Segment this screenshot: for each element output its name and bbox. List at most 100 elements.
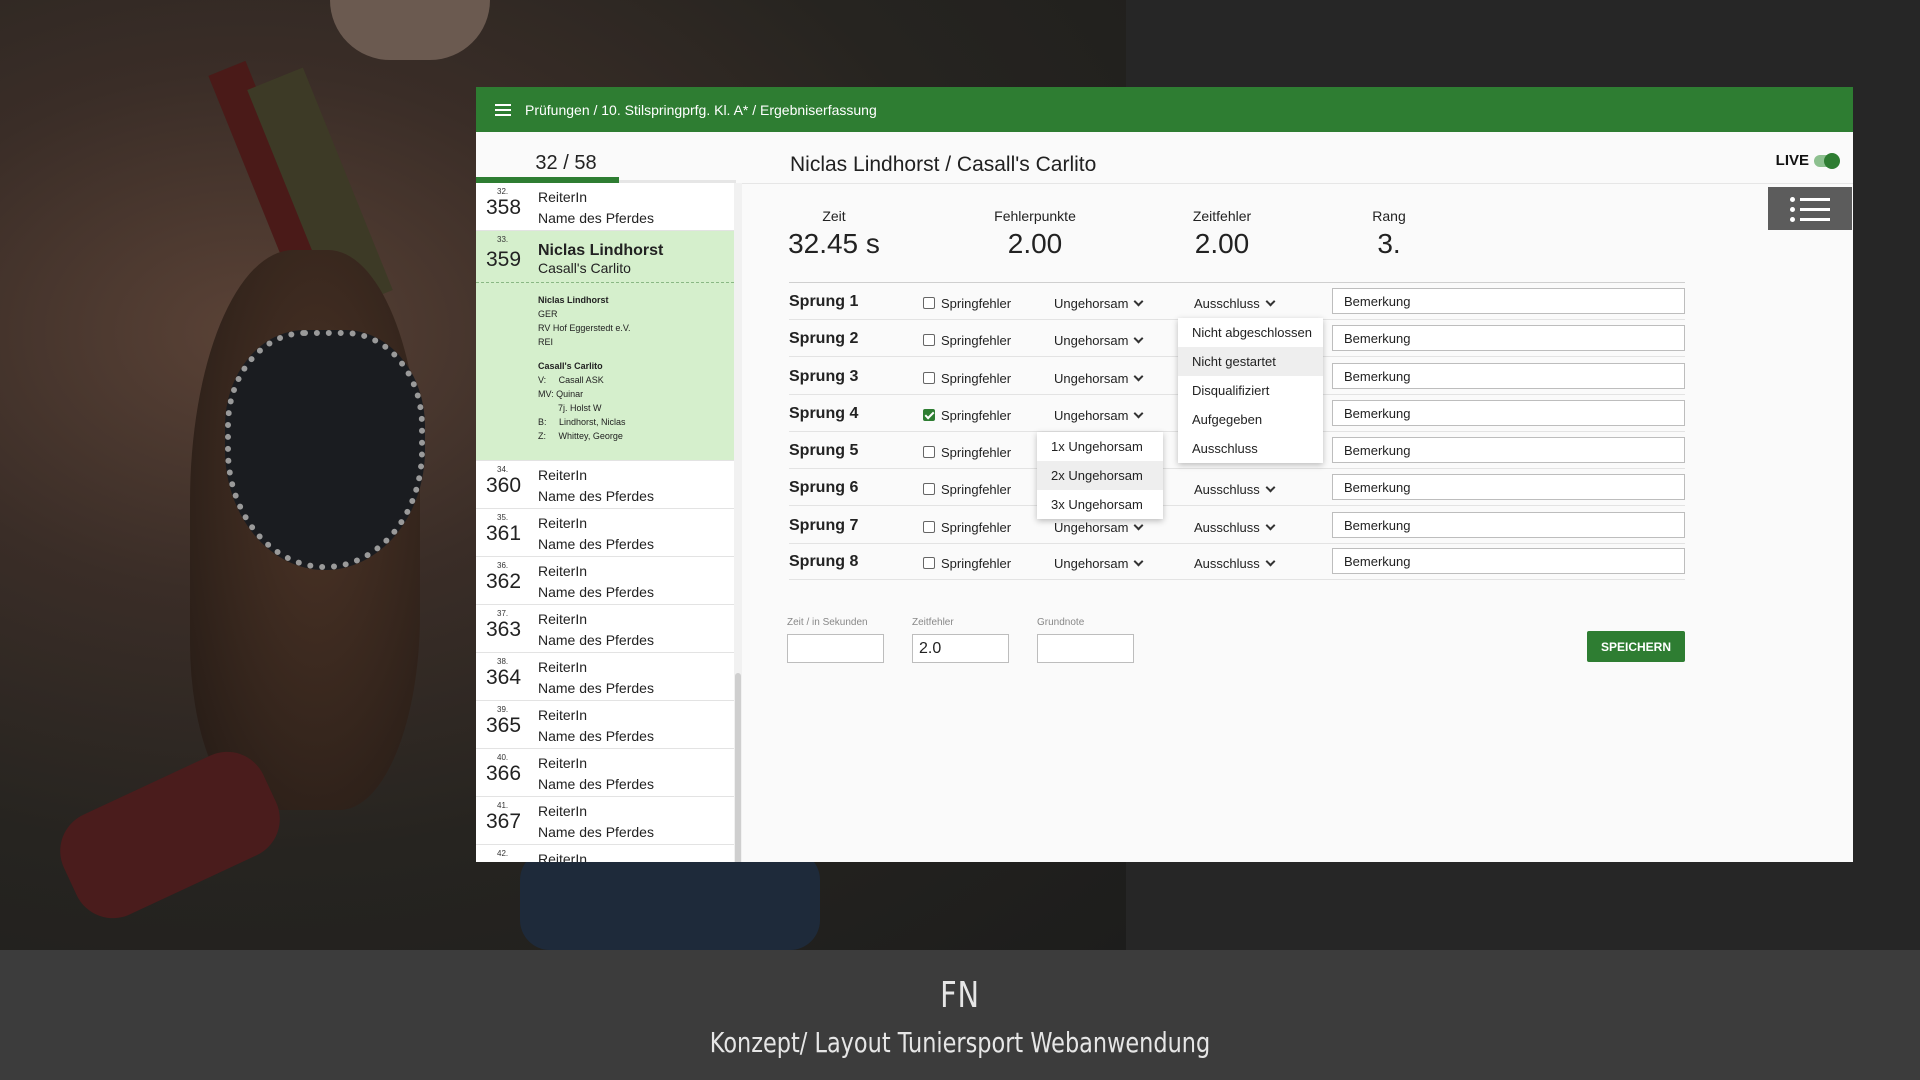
start-number: 358 bbox=[486, 196, 522, 219]
horse-name: Name des Pferdes bbox=[538, 536, 654, 552]
knockdown-checkbox[interactable] bbox=[923, 557, 935, 569]
row-index: 35. bbox=[497, 513, 509, 522]
jump-row: Sprung 7 Springfehler Ungehorsam Ausschluss… bbox=[789, 507, 1685, 544]
rider-row[interactable]: 34. 360 ReiterIn Name des Pferdes bbox=[476, 461, 734, 509]
live-toggle[interactable] bbox=[1814, 152, 1840, 169]
counter-text: 32 / 58 bbox=[535, 152, 597, 174]
knockdown-label[interactable]: Springfehler bbox=[941, 482, 1011, 497]
chevron-down-icon bbox=[1133, 333, 1144, 344]
knockdown-checkbox[interactable] bbox=[923, 521, 935, 533]
time-fault-field: Zeitfehler bbox=[912, 617, 1009, 663]
rider-name: Niclas Lindhorst bbox=[538, 242, 664, 259]
remark-input[interactable]: Bemerkung bbox=[1332, 325, 1685, 351]
knockdown-label[interactable]: Springfehler bbox=[941, 556, 1011, 571]
rider-row[interactable]: 39. 365 ReiterIn Name des Pferdes bbox=[476, 701, 734, 749]
menu-option[interactable]: Ausschluss bbox=[1178, 434, 1323, 463]
knockdown-checkbox[interactable] bbox=[923, 446, 935, 458]
time-input[interactable] bbox=[787, 634, 884, 663]
knockdown-checkbox[interactable] bbox=[923, 334, 935, 346]
chevron-down-icon bbox=[1133, 520, 1144, 531]
disobedience-select[interactable]: Ungehorsam bbox=[1054, 296, 1144, 311]
start-number: 364 bbox=[486, 666, 522, 689]
knockdown-checkbox[interactable] bbox=[923, 297, 935, 309]
disobedience-dropdown-menu: 1x Ungehorsam 2x Ungehorsam 3x Ungehorsam bbox=[1037, 432, 1163, 519]
page-title: Niclas Lindhorst / Casall's Carlito bbox=[790, 153, 1097, 176]
time-fault-input[interactable] bbox=[912, 634, 1009, 663]
rider-row[interactable]: 35. 361 ReiterIn Name des Pferdes bbox=[476, 509, 734, 557]
jump-row: Sprung 6 Springfehler Ausschluss Bemerkung bbox=[789, 469, 1685, 506]
footer-subtitle: Konzept/ Layout Tuniersport Webanwendung bbox=[709, 1026, 1211, 1059]
start-number: 362 bbox=[486, 570, 522, 593]
remark-input[interactable]: Bemerkung bbox=[1332, 474, 1685, 500]
knockdown-label[interactable]: Springfehler bbox=[941, 520, 1011, 535]
chevron-down-icon bbox=[1133, 296, 1144, 307]
rider-row[interactable]: 38. 364 ReiterIn Name des Pferdes bbox=[476, 653, 734, 701]
save-button[interactable]: SPEICHERN bbox=[1587, 631, 1685, 662]
chevron-down-icon bbox=[1265, 482, 1276, 493]
knockdown-checkbox[interactable] bbox=[923, 372, 935, 384]
live-switch[interactable]: LIVE bbox=[1776, 152, 1840, 169]
stat-fault-points: Fehlerpunkte 2.00 bbox=[975, 208, 1095, 260]
exclusion-select[interactable]: Ausschluss bbox=[1194, 482, 1276, 497]
disobedience-select[interactable]: Ungehorsam bbox=[1054, 371, 1144, 386]
remark-input[interactable]: Bemerkung bbox=[1332, 288, 1685, 314]
base-grade-field: Grundnote bbox=[1037, 617, 1134, 663]
jump-label: Sprung 7 bbox=[789, 517, 859, 534]
disobedience-value: Ungehorsam bbox=[1054, 408, 1129, 423]
menu-option[interactable]: Aufgegeben bbox=[1178, 405, 1323, 434]
rider-name: ReiterIn bbox=[538, 563, 588, 579]
stat-label: Fehlerpunkte bbox=[994, 208, 1076, 224]
knockdown-label[interactable]: Springfehler bbox=[941, 445, 1011, 460]
remark-input[interactable]: Bemerkung bbox=[1332, 363, 1685, 389]
remark-input[interactable]: Bemerkung bbox=[1332, 512, 1685, 538]
horse-name: Name des Pferdes bbox=[538, 632, 654, 648]
horse-name: Name des Pferdes bbox=[538, 824, 654, 840]
menu-option[interactable]: Nicht gestartet bbox=[1178, 347, 1323, 376]
detail-v: V: Casall ASK bbox=[538, 375, 604, 385]
hamburger-menu-icon[interactable] bbox=[495, 103, 511, 116]
rider-row[interactable]: 37. 363 ReiterIn Name des Pferdes bbox=[476, 605, 734, 653]
menu-option[interactable]: 3x Ungehorsam bbox=[1037, 490, 1163, 519]
menu-option[interactable]: Disqualifiziert bbox=[1178, 376, 1323, 405]
base-grade-input[interactable] bbox=[1037, 634, 1134, 663]
knockdown-label[interactable]: Springfehler bbox=[941, 371, 1011, 386]
list-view-button[interactable] bbox=[1768, 187, 1852, 230]
stat-value: 2.00 bbox=[1194, 228, 1250, 259]
rider-row-selected[interactable]: 33. 359 Niclas Lindhorst Casall's Carlito bbox=[476, 231, 734, 283]
rider-row[interactable]: 41. 367 ReiterIn Name des Pferdes bbox=[476, 797, 734, 845]
disobedience-select[interactable]: Ungehorsam bbox=[1054, 556, 1144, 571]
rider-counter: 32 / 58 bbox=[476, 132, 736, 183]
remark-input[interactable]: Bemerkung bbox=[1332, 548, 1685, 574]
rider-row[interactable]: 42. ReiterIn bbox=[476, 845, 734, 862]
knockdown-checkbox[interactable] bbox=[923, 483, 935, 495]
menu-option[interactable]: Nicht abgeschlossen bbox=[1178, 318, 1323, 347]
sidebar-scrollbar[interactable] bbox=[735, 673, 741, 862]
disobedience-select[interactable]: Ungehorsam bbox=[1054, 333, 1144, 348]
remark-input[interactable]: Bemerkung bbox=[1332, 437, 1685, 463]
menu-option[interactable]: 1x Ungehorsam bbox=[1037, 432, 1163, 461]
knockdown-checkbox[interactable] bbox=[923, 409, 935, 421]
rider-row[interactable]: 36. 362 ReiterIn Name des Pferdes bbox=[476, 557, 734, 605]
exclusion-value: Ausschluss bbox=[1194, 296, 1260, 311]
knockdown-label[interactable]: Springfehler bbox=[941, 333, 1011, 348]
disobedience-select[interactable]: Ungehorsam bbox=[1054, 408, 1144, 423]
exclusion-select[interactable]: Ausschluss bbox=[1194, 520, 1276, 535]
row-index: 41. bbox=[497, 801, 509, 810]
rider-list: 32. 358 ReiterIn Name des Pferdes 33. 359 Nicl… bbox=[476, 183, 734, 862]
menu-option[interactable]: 2x Ungehorsam bbox=[1037, 461, 1163, 490]
knockdown-label[interactable]: Springfehler bbox=[941, 296, 1011, 311]
rider-row[interactable]: 40. 366 ReiterIn Name des Pferdes bbox=[476, 749, 734, 797]
exclusion-select[interactable]: Ausschluss bbox=[1194, 556, 1276, 571]
start-number: 360 bbox=[486, 474, 522, 497]
start-number: 363 bbox=[486, 618, 522, 641]
exclusion-select[interactable]: Ausschluss bbox=[1194, 296, 1276, 311]
stat-label: Zeit bbox=[822, 208, 846, 224]
stat-rank: Rang 3. bbox=[1329, 208, 1449, 260]
chevron-down-icon bbox=[1265, 556, 1276, 567]
rider-name: ReiterIn bbox=[538, 851, 588, 862]
rider-row[interactable]: 32. 358 ReiterIn Name des Pferdes bbox=[476, 183, 734, 231]
rider-name: ReiterIn bbox=[538, 659, 588, 675]
knockdown-label[interactable]: Springfehler bbox=[941, 408, 1011, 423]
remark-input[interactable]: Bemerkung bbox=[1332, 400, 1685, 426]
disobedience-select[interactable]: Ungehorsam bbox=[1054, 520, 1144, 535]
